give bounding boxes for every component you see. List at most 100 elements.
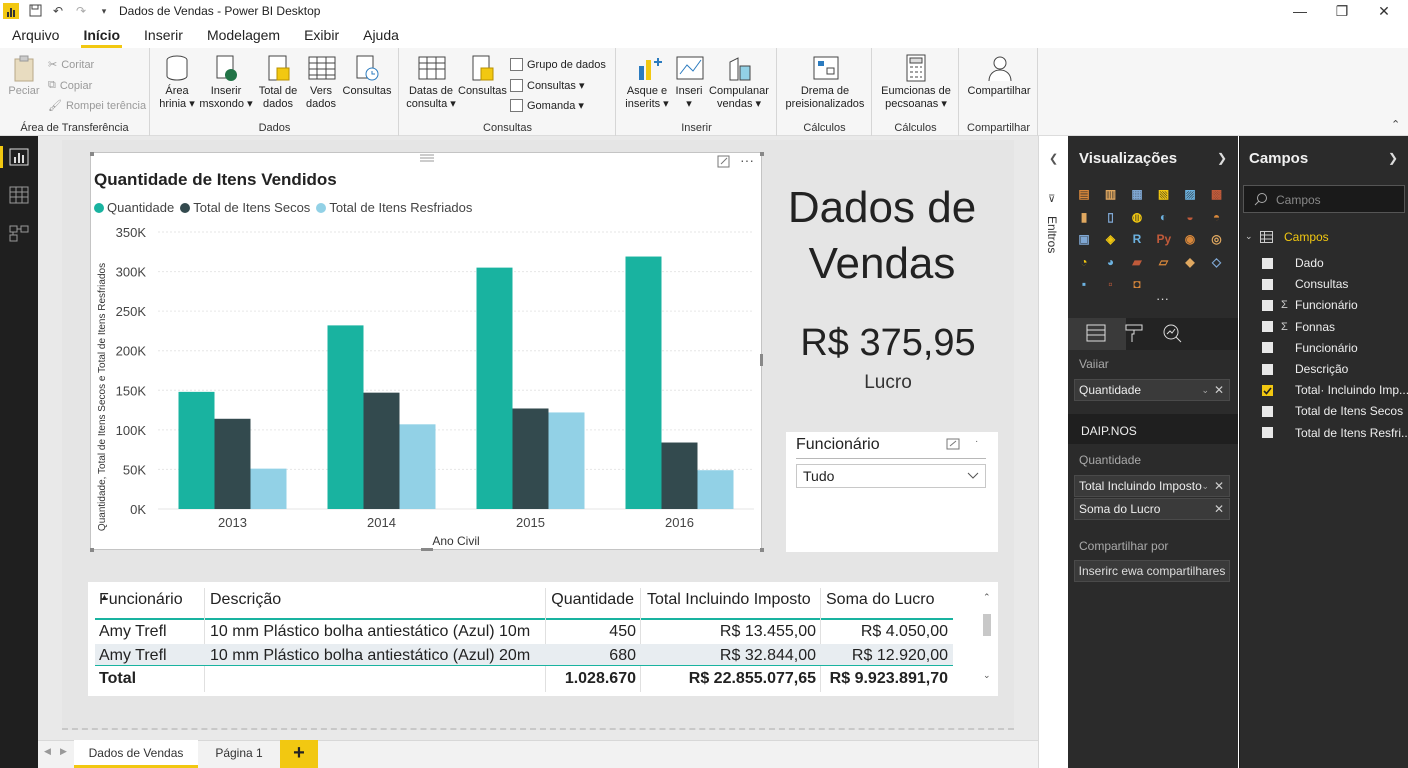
collapse-table-icon[interactable]: ⌄ <box>1245 231 1253 242</box>
visual-type-icon[interactable]: ▫ <box>1104 277 1118 291</box>
slicer-focus-icon[interactable] <box>946 438 960 453</box>
query-dates-button[interactable]: Datas de consulta ▾ <box>404 54 458 111</box>
column-header-soma-lucro[interactable]: Soma do Lucro <box>826 591 935 609</box>
field-checkbox[interactable] <box>1262 363 1273 375</box>
drillthrough-well[interactable]: Inserirc ewa compartilhares <box>1074 560 1230 582</box>
field-item[interactable]: Total de Itens Resfri... <box>1262 426 1408 440</box>
page-tab-pagina-1[interactable]: Página 1 <box>198 740 280 768</box>
bar[interactable] <box>548 412 585 509</box>
focus-mode-icon[interactable] <box>717 155 730 168</box>
redo-icon[interactable]: ↷ <box>74 4 88 18</box>
bar[interactable] <box>512 408 549 509</box>
bar[interactable] <box>363 392 400 509</box>
field-item[interactable]: Consultas <box>1262 277 1348 291</box>
paste-button[interactable]: Peciar <box>6 54 42 98</box>
scroll-down-icon[interactable]: ⌄ <box>983 670 991 681</box>
prev-page-icon[interactable]: ◀ <box>44 746 51 757</box>
report-view-icon[interactable] <box>9 148 29 166</box>
more-visuals-icon[interactable]: ··· <box>1156 291 1169 306</box>
visual-type-icon[interactable]: ◎ <box>1210 232 1224 246</box>
slicer-options-icon[interactable]: · <box>975 436 978 447</box>
remove-field-icon[interactable]: ✕ <box>1214 380 1224 400</box>
customize-toolbar-icon[interactable]: ▾ <box>97 4 111 18</box>
view-data-button[interactable]: Vers dados <box>301 54 341 111</box>
queries-button-2[interactable]: Consultas <box>458 54 507 98</box>
enter-data-button[interactable]: Inserir msxondo ▾ <box>199 54 253 111</box>
field-checkbox[interactable] <box>1262 321 1273 333</box>
slicer-dropdown[interactable]: Tudo <box>796 464 986 488</box>
visual-type-icon[interactable]: ▧ <box>1157 187 1171 201</box>
column-header-descricao[interactable]: Descrição <box>210 591 281 609</box>
visual-type-icon[interactable]: ◐ <box>1157 210 1171 224</box>
visual-type-icon[interactable]: ◘ <box>1130 277 1144 291</box>
visual-type-icon[interactable]: ▰ <box>1130 255 1144 269</box>
close-button[interactable]: ✕ <box>1364 0 1404 22</box>
field-checkbox[interactable] <box>1262 384 1273 396</box>
bar[interactable] <box>178 391 215 509</box>
visual-type-icon[interactable]: ◍ <box>1130 210 1144 224</box>
field-checkbox[interactable] <box>1262 427 1273 439</box>
scroll-up-icon[interactable]: ⌃ <box>983 592 991 603</box>
report-title-textbox[interactable]: Dados de Vendas <box>770 180 994 292</box>
tab-exibir[interactable]: Exibir <box>292 27 351 48</box>
filters-pane-collapsed[interactable]: ❮ ⊽ Enltros <box>1038 136 1068 768</box>
visual-type-icon[interactable]: ◕ <box>1104 255 1118 269</box>
field-checkbox[interactable] <box>1262 278 1273 290</box>
scroll-thumb[interactable] <box>983 614 991 636</box>
queries-dropdown[interactable]: Consultas ▾ <box>510 79 585 92</box>
fields-search-input[interactable]: Campos <box>1243 185 1405 213</box>
publish-button[interactable]: Compartilhar <box>964 54 1034 98</box>
quick-measures-button[interactable]: Eumcionas de pecsoanas ▾ <box>875 54 957 111</box>
visual-type-icon[interactable]: ▮ <box>1077 210 1091 224</box>
bar[interactable] <box>625 256 662 509</box>
format-painter-button[interactable]: 🖌 Rompei terência <box>48 99 146 113</box>
field-item[interactable]: Σ Fonnas <box>1262 320 1335 334</box>
visual-type-icon[interactable]: ▥ <box>1104 187 1118 201</box>
visual-type-icon[interactable]: ▣ <box>1077 232 1091 246</box>
bar[interactable] <box>661 442 698 509</box>
column-header-funcionario[interactable]: Funcionário <box>99 591 183 609</box>
add-page-button[interactable]: + <box>280 740 318 768</box>
fields-table-name[interactable]: Campos <box>1284 230 1329 244</box>
data-view-icon[interactable] <box>9 186 29 204</box>
legend-item[interactable]: Quantidade <box>94 200 174 215</box>
new-measure-button[interactable]: Drema de preisionalizados <box>782 54 868 111</box>
bar[interactable] <box>399 424 436 509</box>
field-item[interactable]: Σ Funcionário <box>1262 298 1358 312</box>
chevron-down-icon[interactable]: ⌄ <box>1201 476 1209 496</box>
tab-arquivo[interactable]: Arquivo <box>0 27 71 48</box>
tooltip-well-soma-lucro[interactable]: Soma do Lucro ✕ <box>1074 498 1230 520</box>
table-scrollbar[interactable]: ⌃ ⌄ <box>980 592 994 688</box>
field-checkbox[interactable] <box>1262 405 1273 417</box>
field-item[interactable]: Total de Itens Secos <box>1262 404 1403 418</box>
visual-type-icon[interactable]: ▦ <box>1130 187 1144 201</box>
visual-type-icon[interactable]: ▪ <box>1077 277 1091 291</box>
more-options-icon[interactable]: ··· <box>740 152 754 168</box>
visual-type-icon[interactable]: ▨ <box>1183 187 1197 201</box>
tab-ajuda[interactable]: Ajuda <box>351 27 411 48</box>
value-well[interactable]: Quantidade ⌄ ✕ <box>1074 379 1230 401</box>
visual-type-icon[interactable]: ▱ <box>1157 255 1171 269</box>
field-checkbox[interactable] <box>1262 342 1273 354</box>
remove-field-icon[interactable]: ✕ <box>1214 499 1224 519</box>
field-checkbox[interactable] <box>1262 257 1273 269</box>
chevron-down-icon[interactable]: ⌄ <box>1201 380 1209 400</box>
save-icon[interactable] <box>28 4 42 18</box>
next-page-icon[interactable]: ▶ <box>60 746 67 757</box>
tab-modelagem[interactable]: Modelagem <box>195 27 292 48</box>
command-dropdown[interactable]: Gomanda ▾ <box>510 99 584 112</box>
minimize-button[interactable]: — <box>1280 0 1320 22</box>
column-header-quantidade[interactable]: Quantidade <box>546 591 634 609</box>
maximize-button[interactable]: ❐ <box>1322 0 1362 22</box>
queries-button[interactable]: Consultas <box>341 54 393 98</box>
share-sales-button[interactable]: Compulanar vendas ▾ <box>707 54 771 111</box>
field-item[interactable]: Funcionário <box>1262 341 1358 355</box>
drag-handle-icon[interactable] <box>420 154 434 162</box>
bar[interactable] <box>476 267 513 509</box>
visual-type-icon[interactable]: ◇ <box>1210 255 1224 269</box>
visual-type-icon[interactable]: ▩ <box>1210 187 1224 201</box>
visual-type-icon[interactable]: ◉ <box>1183 232 1197 246</box>
copy-button[interactable]: ⧉ Copiar <box>48 79 92 92</box>
get-data-button[interactable]: Área hrinia ▾ <box>157 54 197 111</box>
bar[interactable] <box>327 325 364 509</box>
